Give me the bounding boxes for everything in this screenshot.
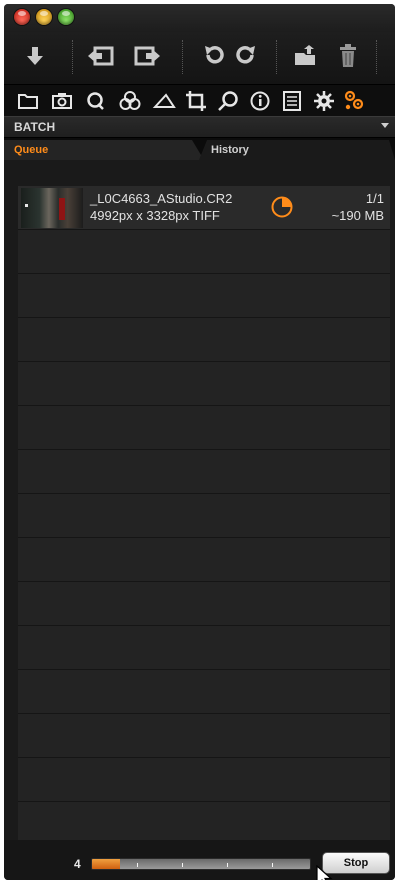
mouse-pointer-icon [316,865,333,880]
exposure-icon[interactable] [152,89,176,113]
thumbnail [21,188,83,228]
close-button[interactable] [14,9,30,25]
minimize-button[interactable] [36,9,52,25]
previous-image-icon[interactable] [84,40,116,72]
progress-tick [182,863,183,867]
thumbnail-detail [25,204,28,207]
toolbar-separator [182,40,184,74]
list-item [18,362,390,406]
queue-list: _L0C4663_AStudio.CR2 4992px x 3328px TIF… [18,186,390,846]
batch-window: BATCH Queue History _L0C4663_AStudio.CR2… [4,4,395,880]
list-item [18,494,390,538]
list-item[interactable]: _L0C4663_AStudio.CR2 4992px x 3328px TIF… [18,186,390,230]
list-item [18,274,390,318]
progress-pie-icon [271,196,293,218]
progress-tick [227,863,228,867]
settings-gear-icon[interactable] [312,89,336,113]
toolbar-separator [72,40,74,74]
crop-icon[interactable] [184,89,208,113]
batch-footer: 4 Stop [4,840,395,880]
chevron-down-icon[interactable] [381,123,389,128]
rotate-right-icon[interactable] [230,40,262,72]
queue-item-count: 1/1 [365,191,384,206]
batch-tool-header: BATCH [4,116,395,138]
list-item [18,450,390,494]
trash-icon[interactable] [332,40,364,72]
batch-icon[interactable] [342,89,366,113]
batch-tabs: Queue History [4,138,395,160]
quick-icon[interactable] [84,89,108,113]
main-toolbar [4,32,395,84]
progress-fill [92,859,121,869]
queue-item-filename: _L0C4663_AStudio.CR2 [90,191,233,206]
next-image-icon[interactable] [132,40,164,72]
color-icon[interactable] [118,89,142,113]
tab-history[interactable]: History [199,140,395,160]
list-item [18,538,390,582]
list-item [18,670,390,714]
batch-title: BATCH [14,120,56,134]
toolbar-separator [376,40,378,74]
toolbar-separator [276,40,278,74]
tab-queue[interactable]: Queue [4,140,204,160]
list-item [18,714,390,758]
import-icon[interactable] [19,40,51,72]
thumbnail-detail [59,198,65,220]
queue-item-size: ~190 MB [331,208,384,223]
tool-tab-strip [4,84,395,117]
metadata-icon[interactable] [280,89,304,113]
camera-icon[interactable] [50,89,74,113]
list-item [18,230,390,274]
info-icon[interactable] [248,89,272,113]
list-item [18,318,390,362]
progress-tick [272,863,273,867]
remaining-count: 4 [74,857,81,871]
list-item [18,758,390,802]
folder-icon[interactable] [16,89,40,113]
queue-item-dimensions: 4992px x 3328px TIFF [90,208,220,223]
batch-progress-bar [91,858,311,870]
list-item [18,582,390,626]
list-item [18,406,390,450]
rotate-left-icon[interactable] [198,40,230,72]
title-bar [4,4,395,32]
zoom-button[interactable] [58,9,74,25]
queue-panel: _L0C4663_AStudio.CR2 4992px x 3328px TIF… [4,160,395,846]
progress-tick [137,863,138,867]
move-to-folder-icon[interactable] [290,40,322,72]
list-item [18,626,390,670]
focus-icon[interactable] [216,89,240,113]
